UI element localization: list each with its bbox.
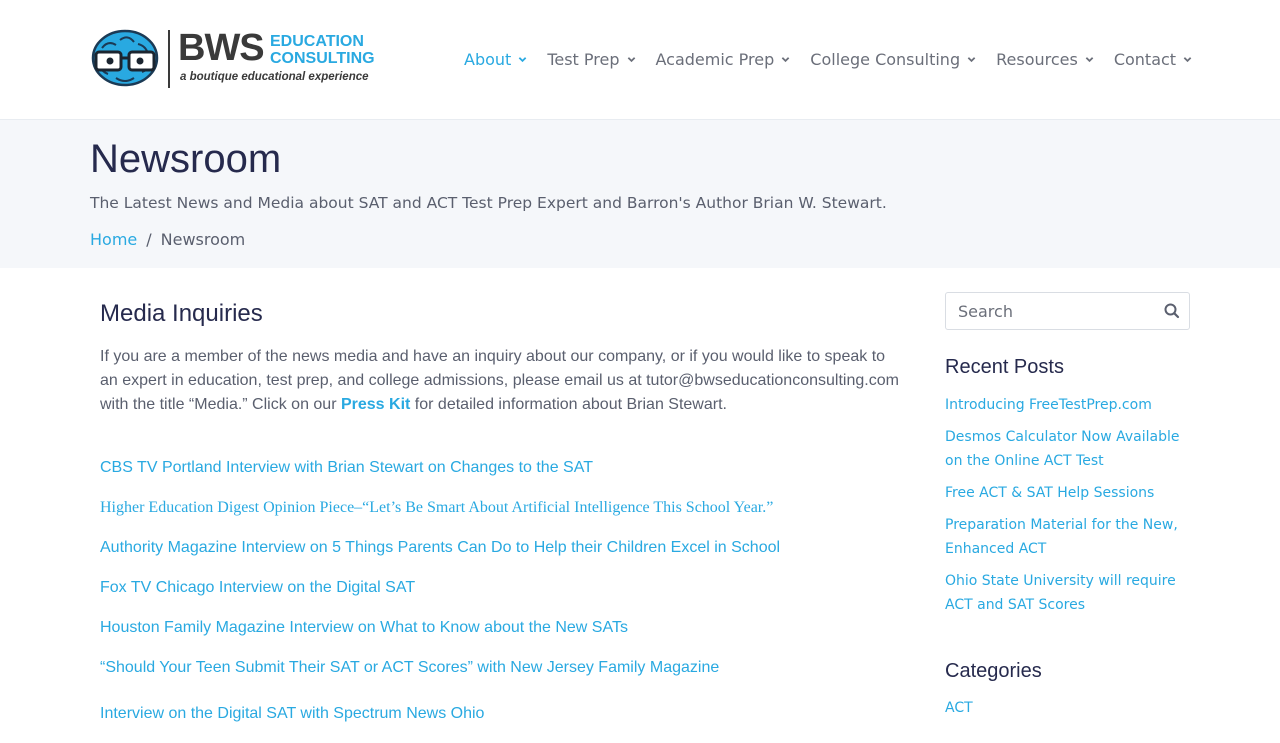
news-link[interactable]: Fox TV Chicago Interview on the Digital … [100, 579, 415, 596]
recent-post-link[interactable]: Free ACT & SAT Help Sessions [945, 485, 1154, 501]
recent-post-link[interactable]: Preparation Material for the New, Enhanc… [945, 517, 1178, 557]
nav-test-prep[interactable]: Test Prep [547, 46, 635, 72]
categories-list: ACT [945, 697, 973, 716]
recent-post-link[interactable]: Ohio State University will require ACT a… [945, 573, 1176, 613]
breadcrumb-separator: / [146, 230, 152, 249]
main-nav: About Test Prep Academic Prep College Co… [464, 46, 1212, 72]
logo-line-1: EDUCATION [270, 33, 364, 50]
breadcrumb: Home / Newsroom [90, 230, 245, 249]
nav-label: College Consulting [810, 49, 961, 69]
nav-academic-prep[interactable]: Academic Prep [656, 46, 791, 72]
nav-label: Resources [996, 49, 1078, 69]
chevron-down-icon [1085, 56, 1094, 62]
main-content: Media Inquiries [100, 296, 900, 328]
chevron-down-icon [967, 56, 976, 62]
recent-post-link[interactable]: Introducing FreeTestPrep.com [945, 397, 1152, 413]
chevron-down-icon [627, 56, 635, 62]
list-item: Introducing FreeTestPrep.com [945, 393, 1195, 417]
news-link[interactable]: CBS TV Portland Interview with Brian Ste… [100, 459, 593, 476]
news-link[interactable]: Houston Family Magazine Interview on Wha… [100, 619, 628, 636]
news-links-list: CBS TV Portland Interview with Brian Ste… [100, 457, 900, 743]
search-form [945, 292, 1190, 330]
list-item: Ohio State University will require ACT a… [945, 569, 1195, 617]
page-title: Newsroom [90, 137, 282, 181]
list-item: Houston Family Magazine Interview on Wha… [100, 617, 900, 657]
recent-post-link[interactable]: Desmos Calculator Now Available on the O… [945, 429, 1180, 469]
search-icon[interactable] [1163, 302, 1181, 320]
nav-resources[interactable]: Resources [996, 46, 1094, 72]
logo-line-2: CONSULTING [270, 50, 375, 67]
list-item: “Should Your Teen Submit Their SAT or AC… [100, 657, 900, 703]
news-link[interactable]: Higher Education Digest Opinion Piece–“L… [100, 499, 773, 516]
logo-subtitle: EDUCATION CONSULTING [270, 33, 375, 67]
logo-wordmark: BWS [178, 27, 265, 69]
categories-heading: Categories [945, 660, 1042, 682]
recent-posts-list: Introducing FreeTestPrep.com Desmos Calc… [945, 393, 1195, 625]
list-item: Fox TV Chicago Interview on the Digital … [100, 577, 900, 617]
news-link[interactable]: Authority Magazine Interview on 5 Things… [100, 539, 780, 556]
list-item: ACT [945, 697, 973, 716]
recent-posts-heading: Recent Posts [945, 356, 1064, 378]
category-link[interactable]: ACT [945, 700, 973, 716]
nav-label: Academic Prep [655, 49, 775, 69]
logo-divider [168, 30, 170, 88]
media-inquiries-heading: Media Inquiries [100, 300, 263, 327]
brain-with-glasses-icon [91, 29, 159, 87]
nav-contact[interactable]: Contact [1114, 46, 1192, 72]
chevron-down-icon [781, 56, 790, 62]
list-item: Free ACT & SAT Help Sessions [945, 481, 1195, 505]
list-item: Preparation Material for the New, Enhanc… [945, 513, 1195, 561]
media-inquiries-text: If you are a member of the news media an… [100, 345, 900, 417]
news-link[interactable]: Interview on the Digital SAT with Spectr… [100, 705, 484, 722]
breadcrumb-current: Newsroom [160, 230, 246, 249]
list-item: Higher Education Digest Opinion Piece–“L… [100, 497, 900, 537]
breadcrumb-home-link[interactable]: Home [90, 230, 137, 249]
list-item: Authority Magazine Interview on 5 Things… [100, 537, 900, 577]
list-item: Interview on the Digital SAT with Spectr… [100, 703, 900, 743]
chevron-down-icon [1183, 56, 1192, 62]
chevron-down-icon [519, 56, 527, 62]
nav-label: About [464, 49, 512, 69]
list-item: Desmos Calculator Now Available on the O… [945, 425, 1195, 473]
nav-label: Test Prep [547, 49, 620, 69]
nav-label: Contact [1113, 49, 1177, 69]
press-kit-link[interactable]: Press Kit [341, 396, 410, 413]
logo-tagline: a boutique educational experience [180, 71, 369, 83]
search-input[interactable] [946, 293, 1146, 329]
site-header: BWS EDUCATION CONSULTING a boutique educ… [0, 0, 1280, 120]
page-subtitle: The Latest News and Media about SAT and … [90, 194, 887, 212]
list-item: CBS TV Portland Interview with Brian Ste… [100, 457, 900, 497]
intro-text-after: for detailed information about Brian Ste… [410, 396, 727, 413]
nav-about[interactable]: About [464, 46, 527, 72]
news-link[interactable]: “Should Your Teen Submit Their SAT or AC… [100, 659, 719, 676]
site-logo[interactable]: BWS EDUCATION CONSULTING a boutique educ… [90, 26, 380, 92]
nav-college-consulting[interactable]: College Consulting [810, 46, 976, 72]
